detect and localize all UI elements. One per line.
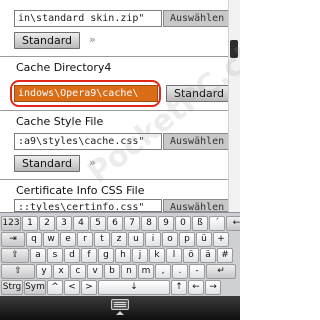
scrollbar[interactable] xyxy=(228,0,240,212)
key[interactable]: < xyxy=(64,280,80,295)
key[interactable]: 4 xyxy=(73,216,89,231)
key[interactable]: a xyxy=(30,248,46,263)
keyboard-row: 123 1 2 3 4 5 6 7 8 9 0 ß ´ ← xyxy=(0,216,240,232)
key[interactable]: - xyxy=(189,264,205,279)
key[interactable]: Sym xyxy=(24,280,46,295)
key[interactable]: w xyxy=(43,232,59,247)
key[interactable]: ^ xyxy=(47,280,63,295)
key[interactable]: ⇥ xyxy=(1,232,25,247)
skin-path-field[interactable]: in\standard skin.zip" xyxy=(14,10,162,27)
keyboard-row: Strg Sym ^ < > ↓ ↑ ← → xyxy=(0,280,240,296)
more-link[interactable]: » xyxy=(89,33,96,46)
key[interactable]: 5 xyxy=(90,216,106,231)
key[interactable]: c xyxy=(70,264,86,279)
key[interactable]: e xyxy=(60,232,76,247)
key[interactable]: Strg xyxy=(1,280,23,295)
highlight-ring xyxy=(10,80,161,107)
key[interactable]: b xyxy=(104,264,120,279)
key[interactable]: 8 xyxy=(141,216,157,231)
key[interactable]: 3 xyxy=(56,216,72,231)
key[interactable]: r xyxy=(77,232,93,247)
certificate-css-label: Certificate Info CSS File xyxy=(16,184,145,197)
key[interactable]: x xyxy=(53,264,69,279)
key[interactable]: i xyxy=(145,232,161,247)
key[interactable]: n xyxy=(121,264,137,279)
key[interactable]: 2 xyxy=(39,216,55,231)
key[interactable]: 7 xyxy=(124,216,140,231)
browse-button[interactable]: Auswählen xyxy=(163,199,233,212)
cache-directory-label: Cache Directory4 xyxy=(16,61,112,74)
keyboard-row: ⇪ a s d f g h j k l ö ä # xyxy=(0,248,240,264)
key[interactable]: ü xyxy=(196,232,212,247)
browse-button[interactable]: Auswählen xyxy=(163,133,233,150)
key[interactable]: d xyxy=(64,248,80,263)
separator xyxy=(0,56,228,57)
key[interactable]: 9 xyxy=(158,216,174,231)
key[interactable]: ↵ xyxy=(206,264,236,279)
key[interactable]: ⇪ xyxy=(1,248,29,263)
on-screen-keyboard: 123 1 2 3 4 5 6 7 8 9 0 ß ´ ← ⇥ q w e r t z u i o p ü + ⇪ a s d f g h j k l ö… xyxy=(0,212,240,296)
key[interactable]: s xyxy=(47,248,63,263)
key[interactable]: k xyxy=(149,248,165,263)
key[interactable]: ← xyxy=(188,280,204,295)
cache-style-label: Cache Style File xyxy=(16,115,104,128)
key[interactable]: y xyxy=(36,264,52,279)
caret-up-icon[interactable] xyxy=(116,311,124,315)
key[interactable]: l xyxy=(166,248,182,263)
key[interactable]: # xyxy=(217,248,233,263)
key[interactable]: 6 xyxy=(107,216,123,231)
key[interactable]: ä xyxy=(200,248,216,263)
key[interactable]: → xyxy=(205,280,221,295)
key[interactable]: ⇧ xyxy=(1,264,35,279)
key[interactable]: q xyxy=(26,232,42,247)
screen: in\standard skin.zip" Auswählen Standard… xyxy=(0,0,240,320)
key[interactable]: m xyxy=(138,264,154,279)
keyboard-icon[interactable] xyxy=(111,299,129,310)
key[interactable]: o xyxy=(162,232,178,247)
key[interactable]: p xyxy=(179,232,195,247)
key[interactable]: > xyxy=(81,280,97,295)
certificate-css-field[interactable]: ::tyles\certinfo.css" xyxy=(14,199,162,212)
key[interactable]: h xyxy=(115,248,131,263)
key[interactable]: v xyxy=(87,264,103,279)
key[interactable]: ´ xyxy=(209,216,225,231)
key[interactable]: ß xyxy=(192,216,208,231)
key[interactable]: t xyxy=(94,232,110,247)
browse-button[interactable]: Auswählen xyxy=(163,10,233,27)
key[interactable]: j xyxy=(132,248,148,263)
key[interactable]: 123 xyxy=(1,216,21,231)
keyboard-row: ⇧ y x c v b n m,. - ↵ xyxy=(0,264,240,280)
key[interactable]: ↑ xyxy=(171,280,187,295)
key[interactable]: g xyxy=(98,248,114,263)
key[interactable]: z xyxy=(111,232,127,247)
key[interactable]: f xyxy=(81,248,97,263)
key[interactable]: ← xyxy=(226,216,240,231)
key[interactable]: ö xyxy=(183,248,199,263)
key[interactable]: 0 xyxy=(175,216,191,231)
key[interactable]: + xyxy=(213,232,229,247)
key[interactable]: ↓ xyxy=(98,280,170,295)
key[interactable]: , xyxy=(155,264,171,279)
standard-button[interactable]: Standard xyxy=(14,32,80,49)
key[interactable]: u xyxy=(128,232,144,247)
key[interactable]: 1 xyxy=(22,216,38,231)
standard-button[interactable]: Standard xyxy=(14,155,80,172)
keyboard-row: ⇥ q w e r t z u i o p ü + xyxy=(0,232,240,248)
key[interactable]: . xyxy=(172,264,188,279)
